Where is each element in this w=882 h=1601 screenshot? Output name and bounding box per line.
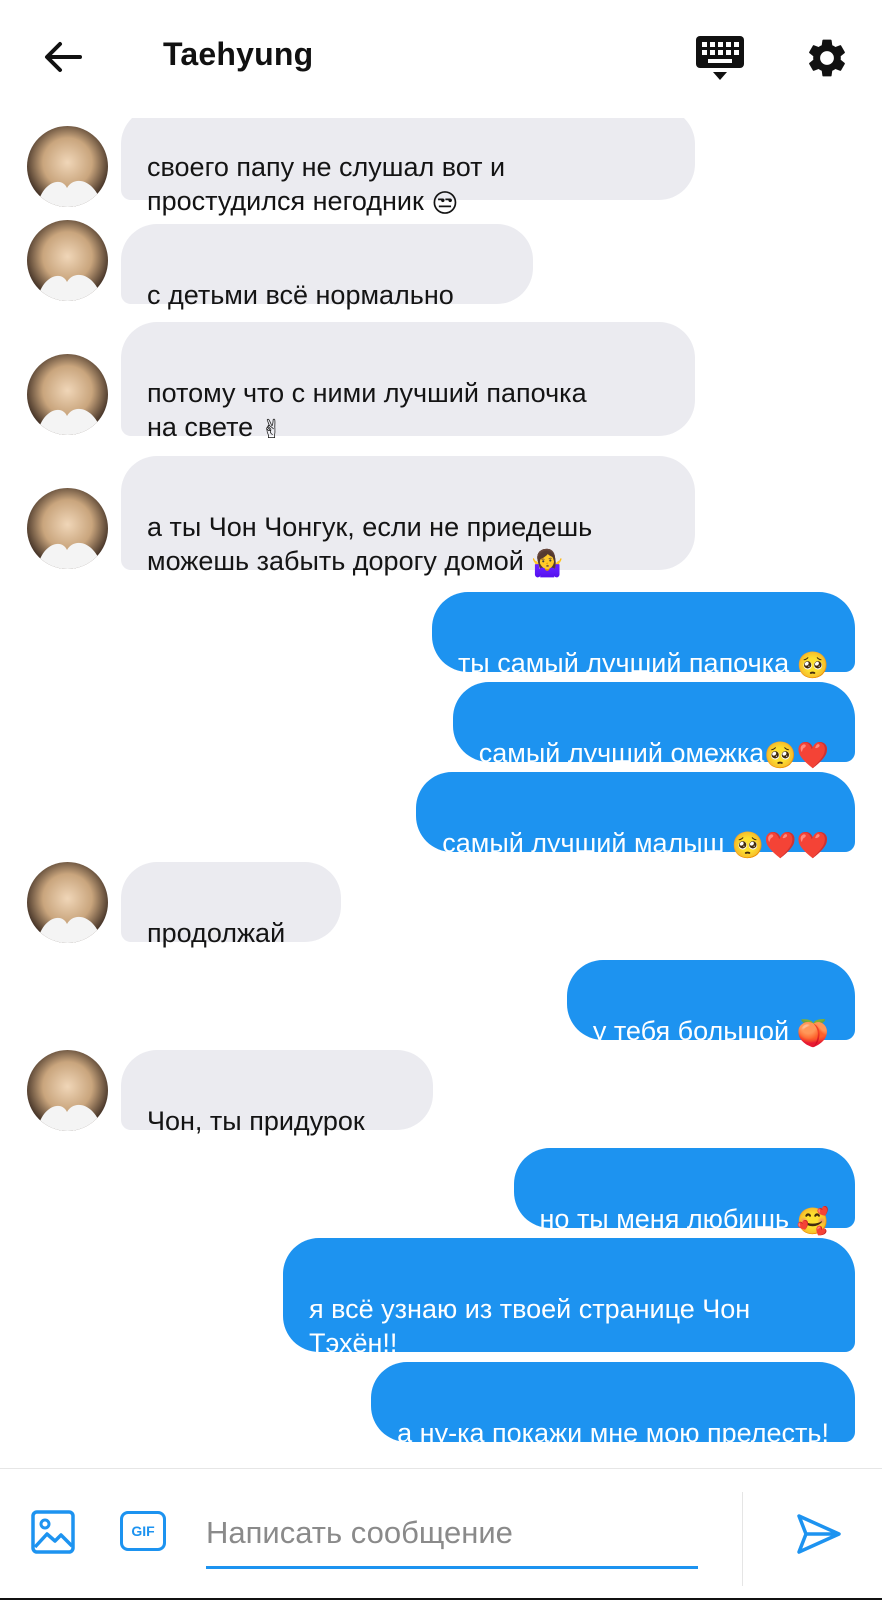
outgoing-message: а ну-ка покажи мне мою прелесть! (371, 1362, 855, 1448)
message-text: я всё узнаю из твоей странице Чон Тэхён!… (309, 1294, 751, 1358)
attach-image-button[interactable] (30, 1509, 76, 1555)
message-list[interactable]: своего папу не слушал вот и простудился … (0, 118, 882, 1448)
back-button[interactable] (40, 34, 86, 80)
avatar[interactable] (27, 488, 108, 569)
incoming-message: Чон, ты придурок (121, 1050, 433, 1136)
incoming-message: с детьми всё нормально (121, 224, 533, 310)
arrow-left-icon (45, 42, 82, 72)
outgoing-message: самый лучший омежка🥺❤️ (452, 682, 855, 768)
send-button[interactable] (796, 1513, 842, 1555)
message-text: самый лучший омежка (478, 738, 765, 768)
victory-hand-emoji: ✌ (260, 414, 283, 444)
avatar[interactable] (27, 354, 108, 435)
pleading-face-emoji: 🥺 (796, 650, 829, 680)
avatar[interactable] (27, 862, 108, 943)
gif-button[interactable]: GIF (120, 1511, 166, 1551)
message-text: но ты меня любишь (539, 1204, 790, 1234)
message-text: самый лучший малыш (442, 828, 725, 858)
avatar[interactable] (27, 126, 108, 207)
image-icon (31, 1510, 75, 1554)
message-text: у тебя большой (592, 1016, 790, 1046)
shrug-emoji: 🤷‍♀️ (531, 548, 564, 578)
send-icon (797, 1514, 841, 1554)
message-text: а ты Чон Чонгук, если не приедешь можешь… (147, 512, 593, 576)
incoming-message: потому что с ними лучший папочка на свет… (121, 322, 695, 442)
unamused-emoji: 😒 (431, 188, 459, 218)
outgoing-message: но ты меня любишь 🥰 (513, 1148, 855, 1234)
message-text: а ну-ка покажи мне мою прелесть! (397, 1418, 829, 1448)
keyboard-icon (696, 36, 744, 80)
message-text: ты самый лучший папочка (457, 648, 790, 678)
chat-title: Taehyung (163, 36, 314, 72)
message-text: с детьми всё нормально (147, 280, 454, 310)
outgoing-message: самый лучший малыш 🥺❤️❤️ (416, 772, 855, 858)
outgoing-message: я всё узнаю из твоей странице Чон Тэхён!… (283, 1238, 855, 1358)
message-input[interactable] (206, 1500, 698, 1569)
settings-button[interactable] (804, 35, 850, 81)
divider (742, 1492, 743, 1586)
message-text: продолжай (147, 918, 286, 948)
incoming-message: своего папу не слушал вот и простудился … (121, 118, 695, 216)
outgoing-message: у тебя большой 🍑 (566, 960, 855, 1046)
smiling-hearts-emoji: 🥰 (796, 1206, 829, 1236)
chat-header: Taehyung (0, 0, 882, 118)
message-text: Чон, ты придурок (147, 1106, 365, 1136)
outgoing-message: ты самый лучший папочка 🥺 (431, 592, 855, 678)
incoming-message: продолжай (121, 862, 341, 948)
incoming-message: а ты Чон Чонгук, если не приедешь можешь… (121, 456, 695, 576)
pleading-hearts-emoji: 🥺❤️❤️ (731, 830, 829, 860)
gif-icon: GIF (131, 1523, 155, 1539)
pleading-heart-emoji: 🥺❤️ (764, 740, 829, 770)
avatar[interactable] (27, 220, 108, 301)
keyboard-button[interactable] (694, 34, 746, 82)
avatar[interactable] (27, 1050, 108, 1131)
gear-icon (809, 39, 845, 77)
message-text: потому что с ними лучший папочка на свет… (147, 378, 587, 442)
peach-emoji: 🍑 (796, 1018, 829, 1048)
